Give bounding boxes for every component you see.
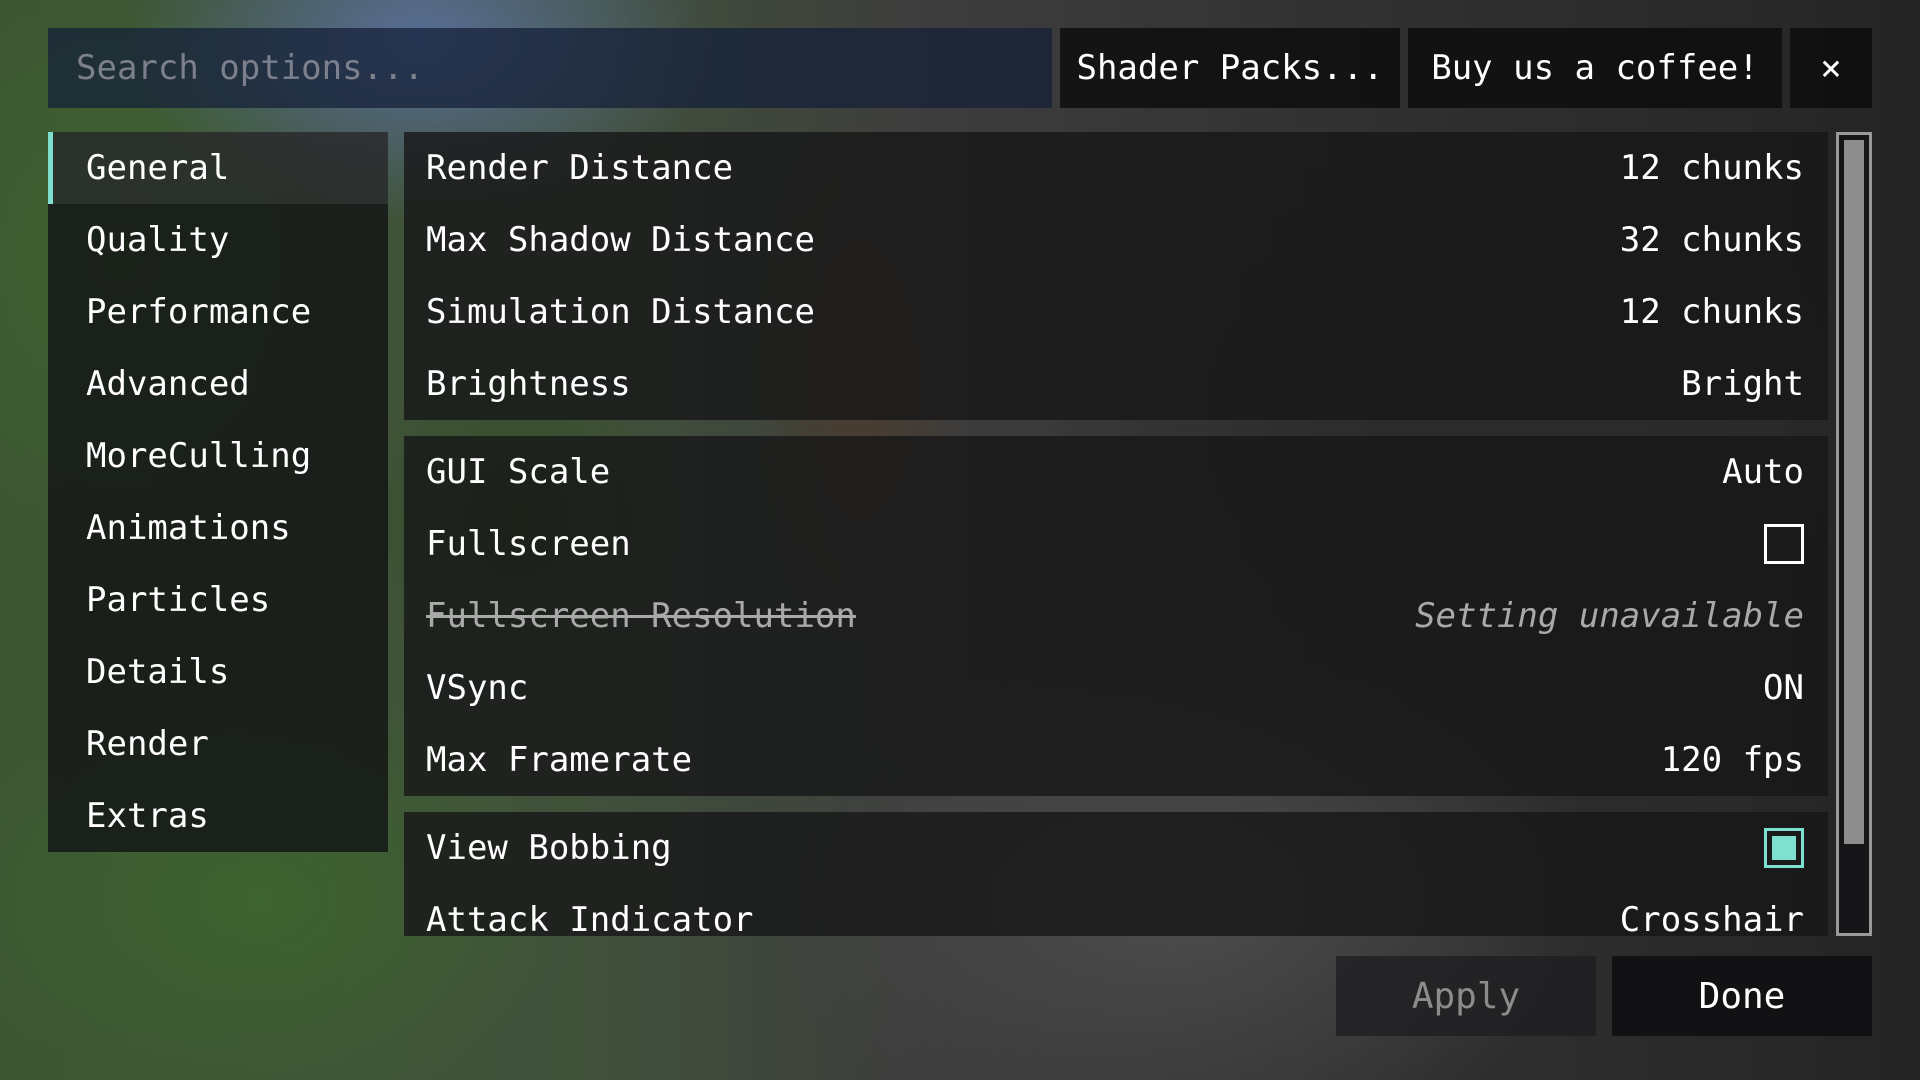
- sidebar-item-render[interactable]: Render: [48, 708, 388, 780]
- search-input[interactable]: [74, 47, 1052, 89]
- view-bobbing-checkbox[interactable]: [1764, 828, 1804, 868]
- shader-packs-button[interactable]: Shader Packs...: [1060, 28, 1400, 108]
- sidebar-item-particles[interactable]: Particles: [48, 564, 388, 636]
- option-fullscreen[interactable]: Fullscreen: [404, 508, 1828, 580]
- option-label: Attack Indicator: [426, 900, 754, 936]
- sidebar-item-extras[interactable]: Extras: [48, 780, 388, 852]
- option-attack-indicator[interactable]: Attack Indicator Crosshair: [404, 884, 1828, 936]
- apply-button[interactable]: Apply: [1336, 956, 1596, 1036]
- sidebar-item-animations[interactable]: Animations: [48, 492, 388, 564]
- option-value: 12 chunks: [1619, 148, 1804, 188]
- option-group-view: View Bobbing Attack Indicator Crosshair: [404, 812, 1828, 936]
- option-value: Crosshair: [1619, 900, 1804, 936]
- done-button[interactable]: Done: [1612, 956, 1872, 1036]
- option-fullscreen-resolution: Fullscreen Resolution Setting unavailabl…: [404, 580, 1828, 652]
- sidebar-item-label: General: [86, 148, 230, 188]
- option-label: Fullscreen: [426, 524, 631, 564]
- sidebar-item-label: Details: [86, 652, 230, 692]
- category-sidebar: General Quality Performance Advanced Mor…: [48, 132, 388, 852]
- sidebar-item-advanced[interactable]: Advanced: [48, 348, 388, 420]
- option-value: Setting unavailable: [1415, 596, 1804, 636]
- sidebar-item-label: Quality: [86, 220, 230, 260]
- option-label: Brightness: [426, 364, 631, 404]
- fullscreen-checkbox[interactable]: [1764, 524, 1804, 564]
- close-button[interactable]: ×: [1790, 28, 1872, 108]
- option-label: VSync: [426, 668, 529, 708]
- sidebar-item-general[interactable]: General: [48, 132, 388, 204]
- options-list: Render Distance 12 chunks Max Shadow Dis…: [404, 132, 1828, 936]
- option-view-bobbing[interactable]: View Bobbing: [404, 812, 1828, 884]
- option-value: ON: [1763, 668, 1804, 708]
- option-label: Max Framerate: [426, 740, 693, 780]
- option-simulation-distance[interactable]: Simulation Distance 12 chunks: [404, 276, 1828, 348]
- option-max-framerate[interactable]: Max Framerate 120 fps: [404, 724, 1828, 796]
- sidebar-item-label: Particles: [86, 580, 271, 620]
- option-value: Auto: [1722, 452, 1804, 492]
- option-brightness[interactable]: Brightness Bright: [404, 348, 1828, 420]
- option-group-display: GUI Scale Auto Fullscreen Fullscreen Res…: [404, 436, 1828, 796]
- sidebar-item-details[interactable]: Details: [48, 636, 388, 708]
- sidebar-item-moreculling[interactable]: MoreCulling: [48, 420, 388, 492]
- option-vsync[interactable]: VSync ON: [404, 652, 1828, 724]
- sidebar-item-label: Advanced: [86, 364, 250, 404]
- option-label: Simulation Distance: [426, 292, 815, 332]
- close-icon: ×: [1820, 47, 1842, 89]
- sidebar-item-label: Animations: [86, 508, 291, 548]
- sidebar-item-quality[interactable]: Quality: [48, 204, 388, 276]
- sidebar-item-label: Extras: [86, 796, 209, 836]
- option-render-distance[interactable]: Render Distance 12 chunks: [404, 132, 1828, 204]
- option-group-distance: Render Distance 12 chunks Max Shadow Dis…: [404, 132, 1828, 420]
- option-value: 12 chunks: [1619, 292, 1804, 332]
- option-label: Fullscreen Resolution: [426, 596, 856, 636]
- options-scrollbar[interactable]: [1836, 132, 1872, 936]
- sidebar-item-label: MoreCulling: [86, 436, 312, 476]
- option-label: Render Distance: [426, 148, 734, 188]
- option-value: Bright: [1681, 364, 1804, 404]
- option-max-shadow-distance[interactable]: Max Shadow Distance 32 chunks: [404, 204, 1828, 276]
- option-value: 32 chunks: [1619, 220, 1804, 260]
- option-value: 120 fps: [1660, 740, 1804, 780]
- option-label: Max Shadow Distance: [426, 220, 815, 260]
- sidebar-item-performance[interactable]: Performance: [48, 276, 388, 348]
- buy-coffee-button[interactable]: Buy us a coffee!: [1408, 28, 1782, 108]
- sidebar-item-label: Performance: [86, 292, 312, 332]
- option-gui-scale[interactable]: GUI Scale Auto: [404, 436, 1828, 508]
- sidebar-item-label: Render: [86, 724, 209, 764]
- scrollbar-thumb[interactable]: [1844, 140, 1864, 844]
- option-label: GUI Scale: [426, 452, 611, 492]
- search-bar[interactable]: [48, 28, 1052, 108]
- option-label: View Bobbing: [426, 828, 672, 868]
